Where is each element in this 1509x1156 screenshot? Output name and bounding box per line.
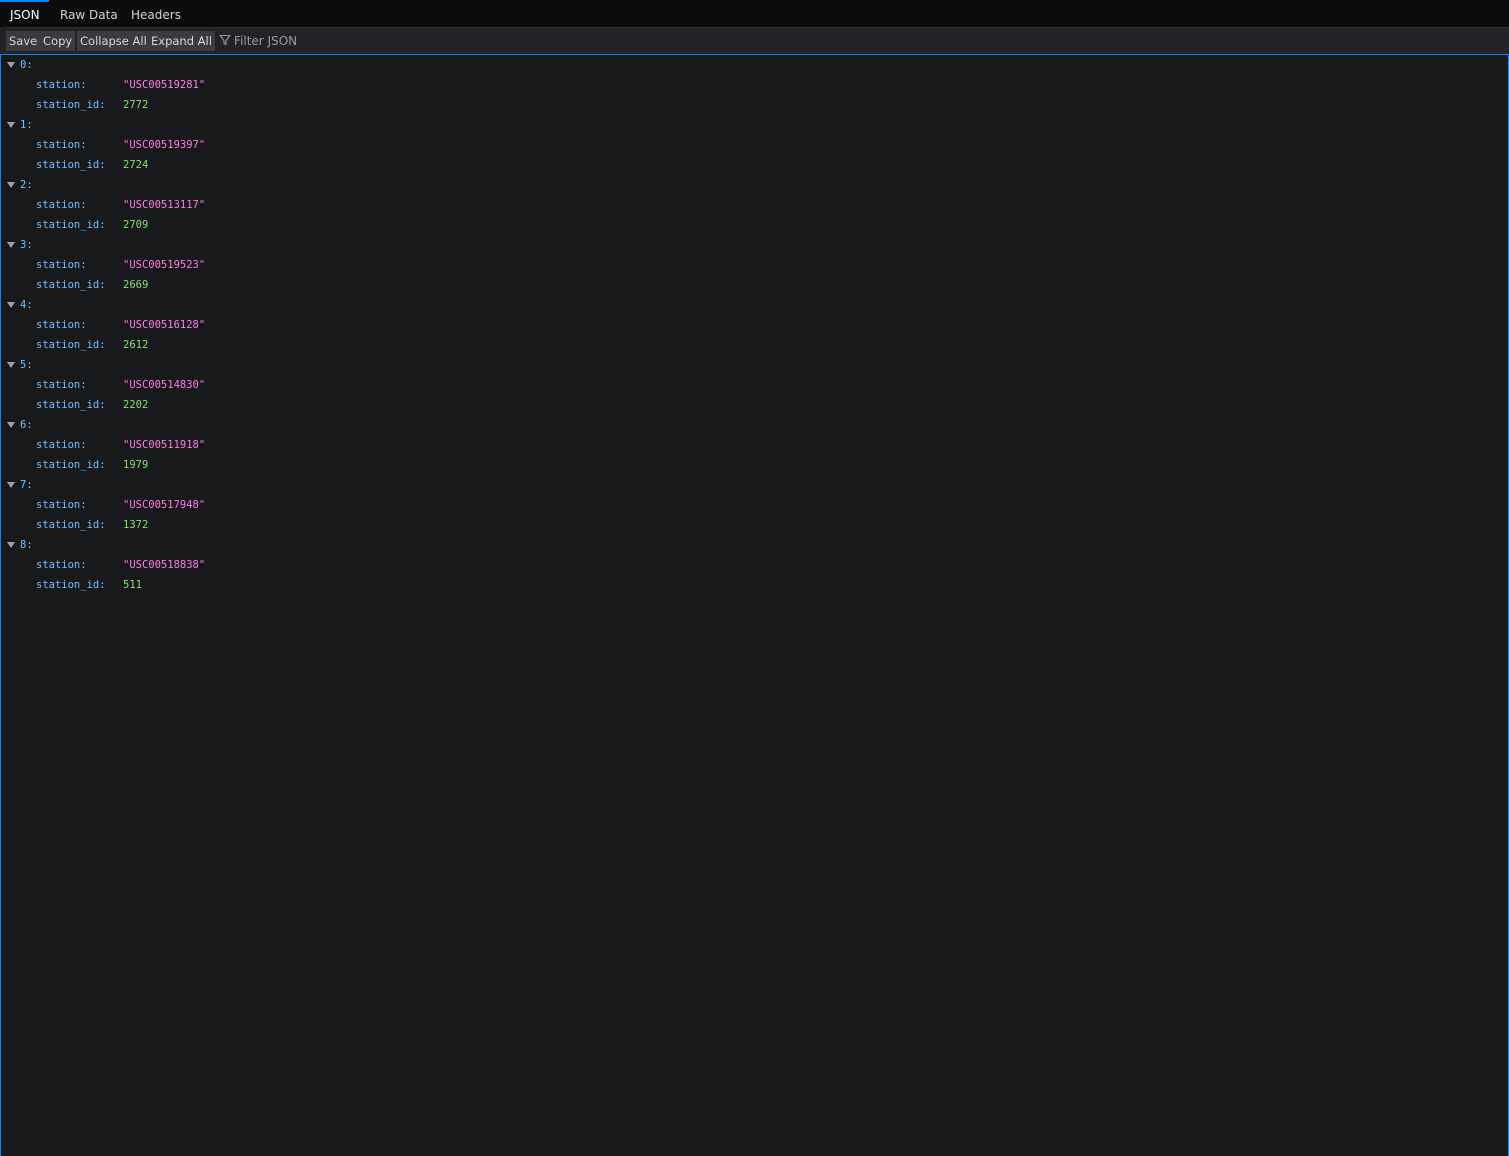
station-id-value: 2724 bbox=[123, 159, 149, 171]
toolbar-divider bbox=[211, 32, 212, 50]
station-key: station: bbox=[36, 259, 87, 271]
json-property-row[interactable]: station: "USC00516128" bbox=[1, 315, 1501, 335]
station-id-key: station_id: bbox=[36, 399, 106, 411]
json-property-row[interactable]: station: "USC00511918" bbox=[1, 435, 1501, 455]
array-index-key: 1: bbox=[20, 119, 33, 131]
station-id-key: station_id: bbox=[36, 159, 106, 171]
array-index-key: 3: bbox=[20, 239, 33, 251]
station-value: "USC00519523" bbox=[123, 259, 206, 271]
json-array-item-row[interactable]: 7: bbox=[1, 475, 1501, 495]
expand-triangle-icon[interactable] bbox=[7, 62, 15, 68]
json-property-row[interactable]: station: "USC00518838" bbox=[1, 555, 1501, 575]
copy-button[interactable]: Copy bbox=[40, 31, 76, 51]
station-id-value: 2612 bbox=[123, 339, 149, 351]
json-property-row[interactable]: station_id: 511 bbox=[1, 575, 1501, 595]
filter-json-input[interactable] bbox=[234, 34, 484, 48]
filter-box[interactable] bbox=[219, 31, 519, 51]
json-array-item-row[interactable]: 2: bbox=[1, 175, 1501, 195]
station-key: station: bbox=[36, 319, 87, 331]
array-index-key: 2: bbox=[20, 179, 33, 191]
json-array-item-row[interactable]: 8: bbox=[1, 535, 1501, 555]
station-id-value: 2709 bbox=[123, 219, 149, 231]
station-id-key: station_id: bbox=[36, 219, 106, 231]
station-id-key: station_id: bbox=[36, 99, 106, 111]
json-property-row[interactable]: station: "USC00519523" bbox=[1, 255, 1501, 275]
tab-headers[interactable]: Headers bbox=[121, 0, 191, 28]
station-key: station: bbox=[36, 199, 87, 211]
json-array-item-row[interactable]: 5: bbox=[1, 355, 1501, 375]
json-property-row[interactable]: station_id: 1372 bbox=[1, 515, 1501, 535]
station-value: "USC00518838" bbox=[123, 559, 206, 571]
expand-triangle-icon[interactable] bbox=[7, 182, 15, 188]
station-value: "USC00519397" bbox=[123, 139, 206, 151]
station-value: "USC00516128" bbox=[123, 319, 206, 331]
json-property-row[interactable]: station_id: 1979 bbox=[1, 455, 1501, 475]
json-array-item-row[interactable]: 3: bbox=[1, 235, 1501, 255]
station-id-key: station_id: bbox=[36, 279, 106, 291]
json-viewer: 0: station: "USC00519281" station_id: 2772 1:… bbox=[0, 55, 1509, 1156]
station-value: "USC00519281" bbox=[123, 79, 206, 91]
json-property-row[interactable]: station: "USC00519397" bbox=[1, 135, 1501, 155]
expand-triangle-icon[interactable] bbox=[7, 122, 15, 128]
json-property-row[interactable]: station: "USC00517948" bbox=[1, 495, 1501, 515]
station-key: station: bbox=[36, 139, 87, 151]
collapse-all-button[interactable]: Collapse All bbox=[77, 31, 150, 51]
station-key: station: bbox=[36, 379, 87, 391]
json-property-row[interactable]: station: "USC00519281" bbox=[1, 75, 1501, 95]
station-key: station: bbox=[36, 79, 87, 91]
array-index-key: 0: bbox=[20, 59, 33, 71]
station-id-value: 2202 bbox=[123, 399, 149, 411]
json-array-item-row[interactable]: 6: bbox=[1, 415, 1501, 435]
json-property-row[interactable]: station: "USC00513117" bbox=[1, 195, 1501, 215]
array-index-key: 8: bbox=[20, 539, 33, 551]
json-property-row[interactable]: station_id: 2669 bbox=[1, 275, 1501, 295]
tab-raw-data[interactable]: Raw Data bbox=[50, 0, 128, 28]
json-property-row[interactable]: station: "USC00514830" bbox=[1, 375, 1501, 395]
station-value: "USC00513117" bbox=[123, 199, 206, 211]
json-array-item-row[interactable]: 1: bbox=[1, 115, 1501, 135]
station-value: "USC00511918" bbox=[123, 439, 206, 451]
station-id-value: 2669 bbox=[123, 279, 149, 291]
array-index-key: 7: bbox=[20, 479, 33, 491]
station-id-value: 1372 bbox=[123, 519, 149, 531]
station-id-value: 1979 bbox=[123, 459, 149, 471]
json-array-item-row[interactable]: 4: bbox=[1, 295, 1501, 315]
station-id-key: station_id: bbox=[36, 459, 106, 471]
expand-triangle-icon[interactable] bbox=[7, 482, 15, 488]
station-key: station: bbox=[36, 439, 87, 451]
array-index-key: 4: bbox=[20, 299, 33, 311]
json-property-row[interactable]: station_id: 2612 bbox=[1, 335, 1501, 355]
expand-triangle-icon[interactable] bbox=[7, 362, 15, 368]
filter-icon bbox=[219, 34, 231, 46]
save-button[interactable]: Save bbox=[6, 31, 41, 51]
array-index-key: 6: bbox=[20, 419, 33, 431]
array-index-key: 5: bbox=[20, 359, 33, 371]
station-id-key: station_id: bbox=[36, 339, 106, 351]
tab-json[interactable]: JSON bbox=[0, 0, 49, 28]
tab-bar: JSON Raw Data Headers bbox=[0, 0, 1509, 28]
expand-triangle-icon[interactable] bbox=[7, 242, 15, 248]
station-value: "USC00517948" bbox=[123, 499, 206, 511]
json-array-item-row[interactable]: 0: bbox=[1, 55, 1501, 75]
expand-triangle-icon[interactable] bbox=[7, 302, 15, 308]
json-toolbar: Save Copy Collapse All Expand All bbox=[0, 28, 1509, 55]
json-property-row[interactable]: station_id: 2202 bbox=[1, 395, 1501, 415]
station-value: "USC00514830" bbox=[123, 379, 206, 391]
station-key: station: bbox=[36, 559, 87, 571]
expand-all-button[interactable]: Expand All bbox=[148, 31, 215, 51]
station-id-key: station_id: bbox=[36, 519, 106, 531]
expand-triangle-icon[interactable] bbox=[7, 542, 15, 548]
station-id-key: station_id: bbox=[36, 579, 106, 591]
json-property-row[interactable]: station_id: 2772 bbox=[1, 95, 1501, 115]
json-property-row[interactable]: station_id: 2709 bbox=[1, 215, 1501, 235]
station-key: station: bbox=[36, 499, 87, 511]
station-id-value: 2772 bbox=[123, 99, 149, 111]
expand-triangle-icon[interactable] bbox=[7, 422, 15, 428]
json-property-row[interactable]: station_id: 2724 bbox=[1, 155, 1501, 175]
station-id-value: 511 bbox=[123, 579, 142, 591]
